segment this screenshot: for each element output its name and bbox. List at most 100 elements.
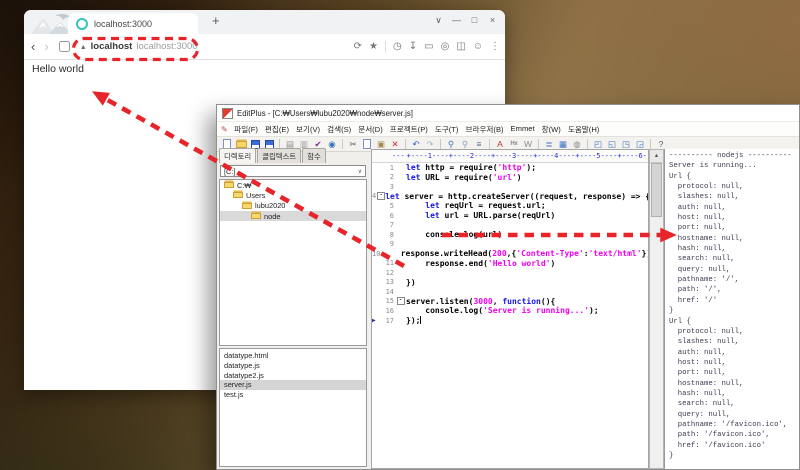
word-wrap-icon[interactable]: W xyxy=(522,139,534,150)
code-text: response.writeHead(200,{'Content-Type':'… xyxy=(381,249,648,259)
layout-single-icon[interactable]: ◰ xyxy=(592,139,604,150)
panel-tab[interactable]: 디렉토리 xyxy=(219,148,257,163)
output-line: path: '/favicon.ico', xyxy=(669,431,770,440)
panel-tabs: 디렉토리 클립텍스트 함수 xyxy=(217,148,369,163)
menu-item[interactable]: 파일(F) xyxy=(231,124,262,135)
menu-item[interactable]: 편집(E) xyxy=(261,124,292,135)
profile-icon[interactable]: ☺ xyxy=(473,42,483,52)
menu-item[interactable]: 검색(S) xyxy=(324,124,355,135)
code-line[interactable]: 1 let http = require('http'); xyxy=(372,163,648,173)
code-line[interactable]: 6 let url = URL.parse(reqUrl) xyxy=(372,211,648,221)
menu-item[interactable]: 문서(D) xyxy=(355,124,387,135)
code-line[interactable]: 9 xyxy=(372,239,648,249)
code-line[interactable]: 13}) xyxy=(372,278,648,288)
new-tab-button[interactable]: + xyxy=(212,13,220,28)
chevron-down-icon: ∨ xyxy=(357,168,362,175)
file-item[interactable]: datatype2.js xyxy=(220,370,366,380)
menu-item[interactable]: 보기(V) xyxy=(292,124,323,135)
back-icon[interactable]: ‹ xyxy=(31,40,35,53)
line-number: 11 xyxy=(385,259,394,268)
tree-item[interactable]: Users xyxy=(220,190,366,200)
undo-icon[interactable]: ↶ xyxy=(410,139,422,150)
code-line[interactable]: 14 xyxy=(372,287,648,297)
layout-quad-icon[interactable]: ◲ xyxy=(634,139,646,150)
browser-tab[interactable]: localhost:3000 xyxy=(68,13,198,34)
bookmark-star-icon[interactable]: ★ xyxy=(369,42,378,52)
code-line[interactable]: 2 let URL = require('url') xyxy=(372,173,648,183)
split-view-icon[interactable]: ◫ xyxy=(456,42,465,52)
code-lines: 1 let http = require('http'); 2 let URL = r… xyxy=(372,163,648,325)
sync-scroll-icon[interactable]: ◍ xyxy=(571,139,583,150)
close-icon[interactable]: × xyxy=(487,15,498,26)
code-line[interactable]: 15- server.listen(3000, function(){ xyxy=(372,297,648,307)
refresh-square-icon[interactable] xyxy=(58,41,70,52)
minimize-icon[interactable]: — xyxy=(451,15,462,26)
capture-icon[interactable]: ◎ xyxy=(441,42,450,52)
address-url: localhost:3000 xyxy=(136,41,198,52)
history-icon[interactable]: ◷ xyxy=(393,42,402,52)
panel-tab[interactable]: 클립텍스트 xyxy=(257,148,302,163)
output-line: hash: null, xyxy=(669,245,726,254)
redo-icon[interactable]: ↷ xyxy=(424,139,436,150)
menu-item[interactable]: 프로젝트(P) xyxy=(386,124,431,135)
editor-window-title: EditPlus - [C:₩Users₩lubu2020₩node₩serve… xyxy=(237,108,413,118)
menu-item[interactable]: 도움말(H) xyxy=(564,124,603,135)
menu-item[interactable]: 창(W) xyxy=(538,124,564,135)
find-icon[interactable]: ⚲ xyxy=(445,139,457,150)
menu-item[interactable]: Emmet xyxy=(507,124,538,135)
download-icon[interactable]: ↧ xyxy=(409,42,417,52)
tree-item[interactable]: lubu2020 xyxy=(220,201,366,211)
indent-icon[interactable]: ≡ xyxy=(473,139,485,150)
paste-icon[interactable]: ▣ xyxy=(375,139,387,150)
line-numbers-icon[interactable]: ≣ xyxy=(543,139,555,150)
scrollbar-thumb[interactable] xyxy=(651,163,662,217)
code-line[interactable]: 4- let server = http.createServer((reques… xyxy=(372,192,648,202)
cut-icon[interactable]: ✂ xyxy=(347,139,359,150)
file-item[interactable]: server.js xyxy=(220,380,366,390)
code-line[interactable]: 12 xyxy=(372,268,648,278)
refresh-icon[interactable]: ⟳ xyxy=(354,42,362,52)
code-text: server.listen(3000, function(){ xyxy=(406,296,556,306)
tree-item[interactable]: C:₩ xyxy=(220,180,366,190)
code-line[interactable]: 10 response.writeHead(200,{'Content-Type… xyxy=(372,249,648,259)
help-icon[interactable]: ? xyxy=(655,139,667,150)
fold-collapse-icon[interactable]: - xyxy=(396,297,405,306)
code-line[interactable]: 7 xyxy=(372,220,648,230)
file-item[interactable]: datatype.html xyxy=(220,351,366,361)
find-in-files-icon[interactable]: ⚲ xyxy=(459,139,471,150)
forward-icon[interactable]: › xyxy=(44,40,48,53)
delete-icon[interactable]: ✕ xyxy=(389,139,401,150)
browser-preview-icon[interactable]: ◉ xyxy=(326,139,338,150)
code-line[interactable]: 16 console.log('Server is running...'); xyxy=(372,306,648,316)
code-line[interactable]: 8 console.log(url) xyxy=(372,230,648,240)
code-line[interactable]: 5 let reqUrl = request.url; xyxy=(372,201,648,211)
editor-title-bar[interactable]: EditPlus - [C:₩Users₩lubu2020₩node₩serve… xyxy=(217,105,799,122)
more-menu-icon[interactable]: ⋮ xyxy=(490,42,500,52)
tree-item[interactable]: node xyxy=(220,210,366,222)
fold-collapse-icon[interactable]: - xyxy=(377,192,386,201)
code-scrollbar[interactable]: ▲ xyxy=(649,149,664,469)
hex-view-icon[interactable]: Hx xyxy=(508,139,520,150)
code-line[interactable]: 3 xyxy=(372,182,648,192)
address-bar[interactable]: ▲ localhost localhost:3000 xyxy=(80,41,198,52)
panel-tab[interactable]: 함수 xyxy=(302,148,326,163)
output-line: } xyxy=(669,307,674,316)
menu-item[interactable]: 브라우저(B) xyxy=(462,124,507,135)
font-icon[interactable]: A xyxy=(494,139,506,150)
code-line[interactable]: 11 response.end('Hello world') xyxy=(372,258,648,268)
code-editor-pane[interactable]: --- +----1----+----2----+----3----+----4-… xyxy=(371,149,649,469)
layout-vertical-icon[interactable]: ◳ xyxy=(620,139,632,150)
file-item[interactable]: test.js xyxy=(220,390,366,400)
tab-list-chevron-icon[interactable]: ∨ xyxy=(433,15,444,26)
code-line[interactable]: ▶ 17}); xyxy=(372,316,648,326)
copy-icon[interactable] xyxy=(361,139,373,150)
maximize-icon[interactable]: □ xyxy=(469,15,480,26)
menu-item[interactable]: 도구(T) xyxy=(431,124,462,135)
toolbar-separator xyxy=(650,139,651,149)
file-item[interactable]: datatype.js xyxy=(220,361,366,371)
drive-selector[interactable]: [C:] ∨ xyxy=(220,165,366,177)
special-chars-icon[interactable]: ▦ xyxy=(557,139,569,150)
layout-horizontal-icon[interactable]: ◱ xyxy=(606,139,618,150)
sidebar-icon[interactable]: ▭ xyxy=(424,42,433,52)
scroll-up-icon[interactable]: ▲ xyxy=(650,150,663,163)
